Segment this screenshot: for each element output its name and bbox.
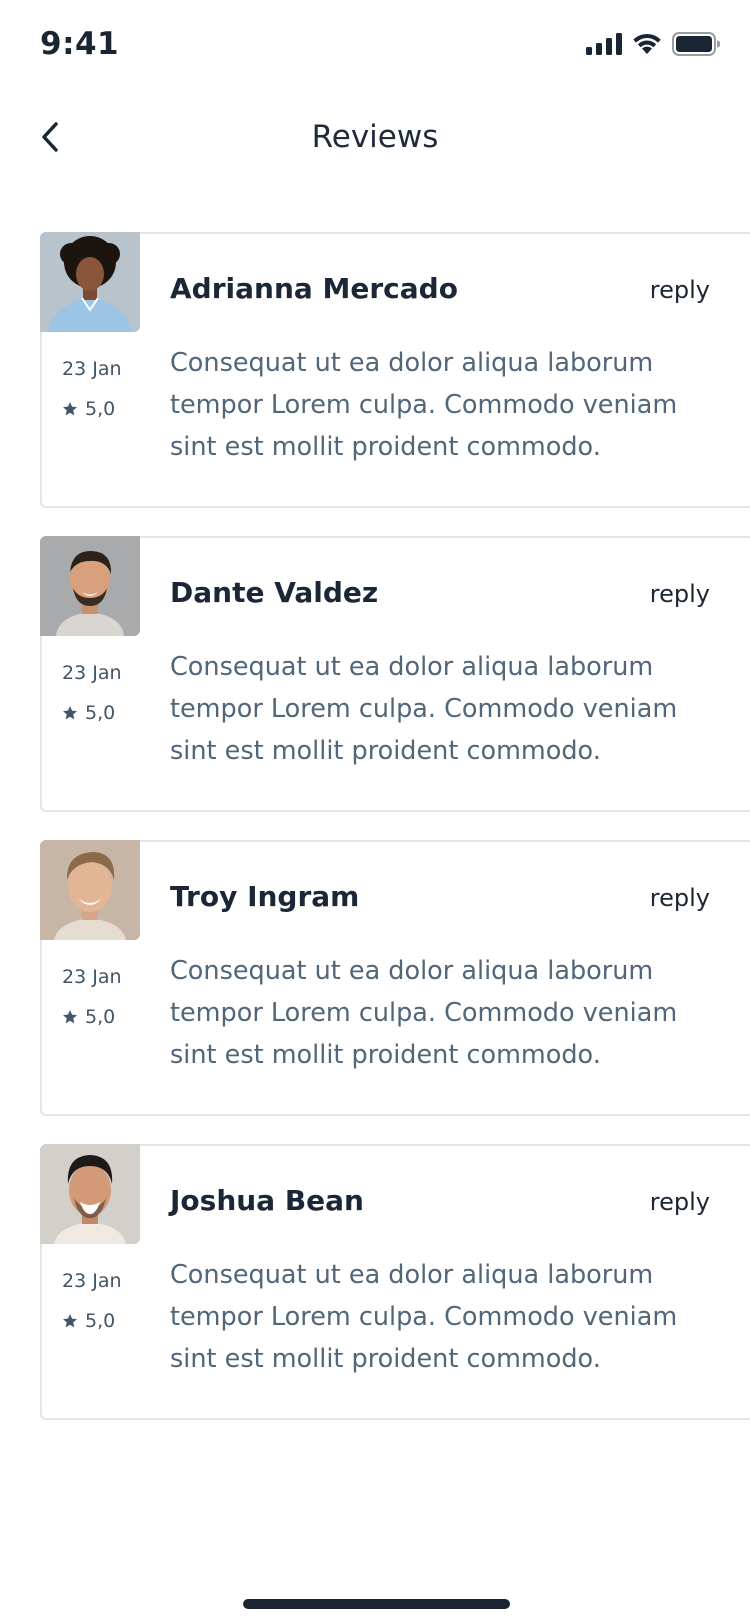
reply-button[interactable]: reply [650, 1188, 710, 1216]
reviewer-name: Joshua Bean [170, 1184, 364, 1217]
avatar [40, 536, 140, 636]
avatar [40, 1144, 140, 1244]
review-card: Joshua Bean reply 23 Jan 5,0 Consequat u… [40, 1144, 750, 1420]
nav-bar: Reviews [0, 92, 750, 188]
review-list: Adrianna Mercado reply 23 Jan 5,0 Conseq… [40, 232, 750, 1448]
page-title: Reviews [311, 119, 439, 155]
reply-button[interactable]: reply [650, 884, 710, 912]
star-icon [62, 401, 78, 417]
reviewer-name: Troy Ingram [170, 880, 360, 913]
rating-value: 5,0 [85, 398, 116, 420]
star-icon [62, 1313, 78, 1329]
rating-value: 5,0 [85, 1006, 116, 1028]
review-rating: 5,0 [62, 1006, 115, 1028]
cellular-signal-icon [586, 33, 622, 59]
review-card: Troy Ingram reply 23 Jan 5,0 Consequat u… [40, 840, 750, 1116]
status-bar: 9:41 [0, 0, 750, 92]
review-date: 23 Jan [62, 662, 122, 684]
review-rating: 5,0 [62, 1310, 115, 1332]
review-date: 23 Jan [62, 358, 122, 380]
reviews-screen: 9:41 Reviews Adrianna Mercado reply 23 J… [0, 0, 750, 1624]
status-time: 9:41 [40, 26, 120, 62]
avatar [40, 232, 140, 332]
review-date: 23 Jan [62, 966, 122, 988]
review-card: Adrianna Mercado reply 23 Jan 5,0 Conseq… [40, 232, 750, 508]
rating-value: 5,0 [85, 702, 116, 724]
home-indicator[interactable] [243, 1599, 510, 1609]
review-rating: 5,0 [62, 702, 115, 724]
review-date: 23 Jan [62, 1270, 122, 1292]
reviewer-name: Dante Valdez [170, 576, 379, 609]
star-icon [62, 1009, 78, 1025]
rating-value: 5,0 [85, 1310, 116, 1332]
avatar [40, 840, 140, 940]
wifi-icon [631, 32, 663, 60]
reply-button[interactable]: reply [650, 580, 710, 608]
reviewer-name: Adrianna Mercado [170, 272, 458, 305]
review-text: Consequat ut ea dolor aliqua laborum tem… [170, 348, 678, 462]
status-icons [577, 32, 721, 60]
review-text: Consequat ut ea dolor aliqua laborum tem… [170, 956, 678, 1070]
review-rating: 5,0 [62, 398, 115, 420]
review-text: Consequat ut ea dolor aliqua laborum tem… [170, 652, 678, 766]
review-text: Consequat ut ea dolor aliqua laborum tem… [170, 1260, 678, 1374]
star-icon [62, 705, 78, 721]
battery-icon [672, 32, 721, 60]
reply-button[interactable]: reply [650, 276, 710, 304]
review-card: Dante Valdez reply 23 Jan 5,0 Consequat … [40, 536, 750, 812]
